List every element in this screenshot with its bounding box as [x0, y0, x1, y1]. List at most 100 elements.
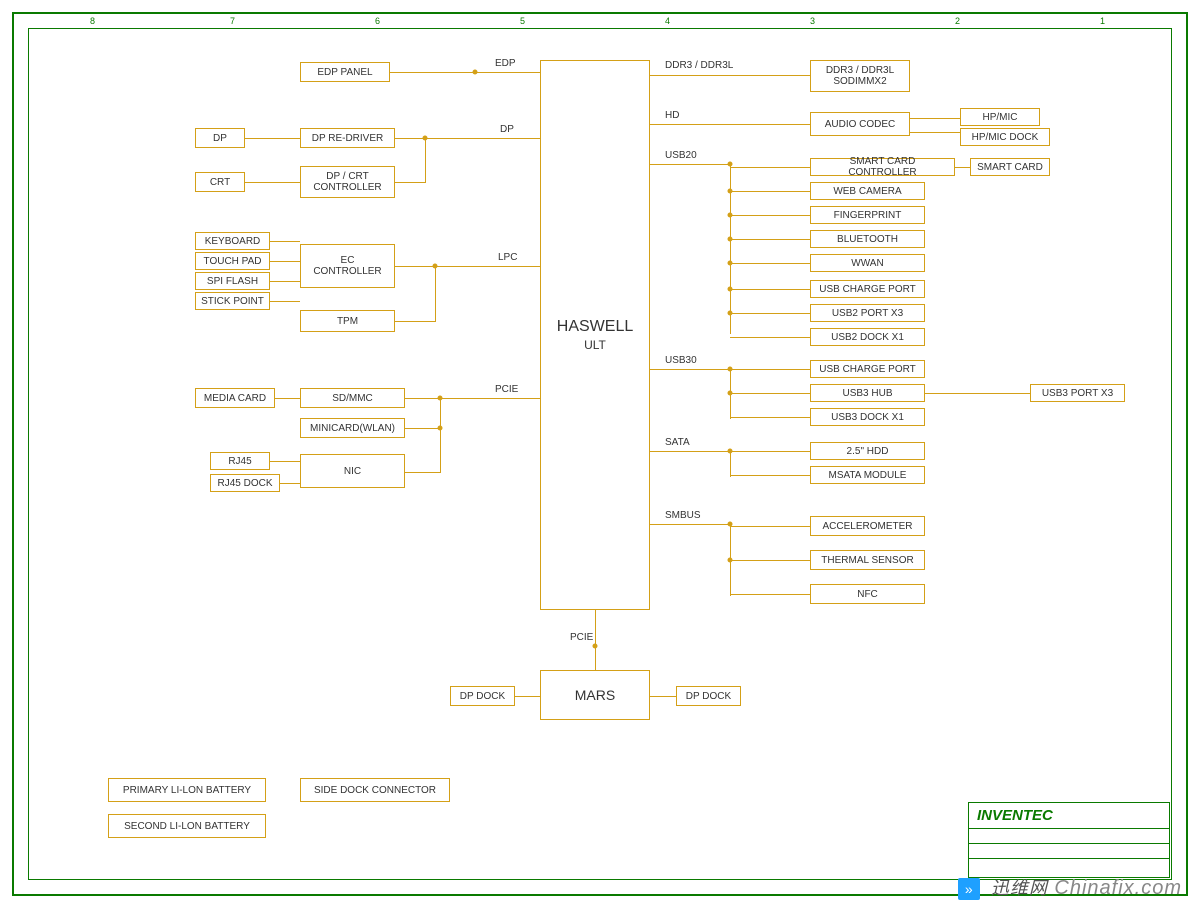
line — [730, 263, 810, 264]
dot — [728, 311, 733, 316]
ruler-top: 6 — [375, 16, 380, 26]
mars-block: MARS — [540, 670, 650, 720]
line — [910, 118, 960, 119]
hp-mic: HP/MIC — [960, 108, 1040, 126]
usb2-port-x3: USB2 PORT X3 — [810, 304, 925, 322]
ruler-top: 3 — [810, 16, 815, 26]
schematic-page: 8 7 6 5 4 3 2 1 HASWELL ULT MARS PCIE DP… — [0, 0, 1200, 908]
line — [910, 132, 960, 133]
dot — [728, 189, 733, 194]
line — [425, 138, 426, 183]
dp-label: DP — [500, 124, 514, 135]
dot — [728, 558, 733, 563]
pcie-label: PCIE — [570, 632, 593, 643]
bluetooth: BLUETOOTH — [810, 230, 925, 248]
cpu-mars-line — [595, 610, 596, 670]
second-battery: SECOND LI-LON BATTERY — [108, 814, 266, 838]
line — [730, 215, 810, 216]
line — [395, 266, 540, 267]
spi-flash: SPI FLASH — [195, 272, 270, 290]
line — [955, 167, 970, 168]
hd-label: HD — [665, 110, 679, 121]
keyboard: KEYBOARD — [195, 232, 270, 250]
line — [730, 560, 810, 561]
line — [730, 417, 810, 418]
watermark-cn: 迅维网 — [991, 878, 1048, 898]
ruler-top: 8 — [90, 16, 95, 26]
ruler-top: 7 — [230, 16, 235, 26]
hp-mic-dock: HP/MIC DOCK — [960, 128, 1050, 146]
nfc: NFC — [810, 584, 925, 604]
dp-dock-right: DP DOCK — [676, 686, 741, 706]
line — [730, 369, 810, 370]
watermark: » 迅维网 Chinafix.com — [958, 874, 1182, 900]
dot — [728, 287, 733, 292]
ddr-label: DDR3 / DDR3L — [665, 60, 733, 71]
usb30-label: USB30 — [665, 355, 697, 366]
smbus-label: SMBUS — [665, 510, 701, 521]
line — [730, 451, 731, 477]
wwan: WWAN — [810, 254, 925, 272]
line — [270, 461, 300, 462]
ruler-top: 1 — [1100, 16, 1105, 26]
minicard: MINICARD(WLAN) — [300, 418, 405, 438]
line — [395, 138, 540, 139]
accelerometer: ACCELEROMETER — [810, 516, 925, 536]
side-dock: SIDE DOCK CONNECTOR — [300, 778, 450, 802]
title-row — [969, 844, 1169, 859]
dot — [728, 261, 733, 266]
hdd: 2.5" HDD — [810, 442, 925, 460]
dp-crt-ctrl: DP / CRT CONTROLLER — [300, 166, 395, 198]
rj45: RJ45 — [210, 452, 270, 470]
ddr-block: DDR3 / DDR3L SODIMMX2 — [810, 60, 910, 92]
cpu-name: HASWELL — [557, 317, 633, 338]
ruler-top: 4 — [665, 16, 670, 26]
line — [395, 321, 435, 322]
line — [650, 369, 730, 370]
line — [405, 398, 540, 399]
line — [650, 451, 730, 452]
dp-redriver: DP RE-DRIVER — [300, 128, 395, 148]
line — [730, 526, 810, 527]
ruler-top: 2 — [955, 16, 960, 26]
line — [730, 167, 810, 168]
line — [730, 239, 810, 240]
line — [650, 696, 676, 697]
usb20-label: USB20 — [665, 150, 697, 161]
line — [650, 124, 810, 125]
line — [390, 72, 540, 73]
dot — [728, 162, 733, 167]
dp-dock-left: DP DOCK — [450, 686, 515, 706]
usb2-dock: USB2 DOCK X1 — [810, 328, 925, 346]
web-camera: WEB CAMERA — [810, 182, 925, 200]
thermal-sensor: THERMAL SENSOR — [810, 550, 925, 570]
sd-mmc: SD/MMC — [300, 388, 405, 408]
usb3-hub: USB3 HUB — [810, 384, 925, 402]
line — [730, 393, 810, 394]
sata-label: SATA — [665, 437, 690, 448]
primary-battery: PRIMARY LI-LON BATTERY — [108, 778, 266, 802]
usb3-port-x3: USB3 PORT X3 — [1030, 384, 1125, 402]
line — [730, 451, 810, 452]
smartcard-ctrl: SMART CARD CONTROLLER — [810, 158, 955, 176]
line — [270, 301, 300, 302]
crt-block: CRT — [195, 172, 245, 192]
pcie-label: PCIE — [495, 384, 518, 395]
dot — [473, 70, 478, 75]
audio-codec: AUDIO CODEC — [810, 112, 910, 136]
usb-charge-port2: USB CHARGE PORT — [810, 360, 925, 378]
title-row — [969, 829, 1169, 844]
line — [650, 75, 810, 76]
line — [435, 266, 436, 322]
fingerprint: FINGERPRINT — [810, 206, 925, 224]
line — [280, 483, 300, 484]
nic: NIC — [300, 454, 405, 488]
rj45-dock: RJ45 DOCK — [210, 474, 280, 492]
line — [405, 472, 441, 473]
touchpad: TOUCH PAD — [195, 252, 270, 270]
company-name: INVENTEC — [969, 803, 1169, 829]
edp-label: EDP — [495, 58, 516, 69]
line — [925, 393, 1030, 394]
line — [405, 428, 441, 429]
line — [730, 337, 810, 338]
